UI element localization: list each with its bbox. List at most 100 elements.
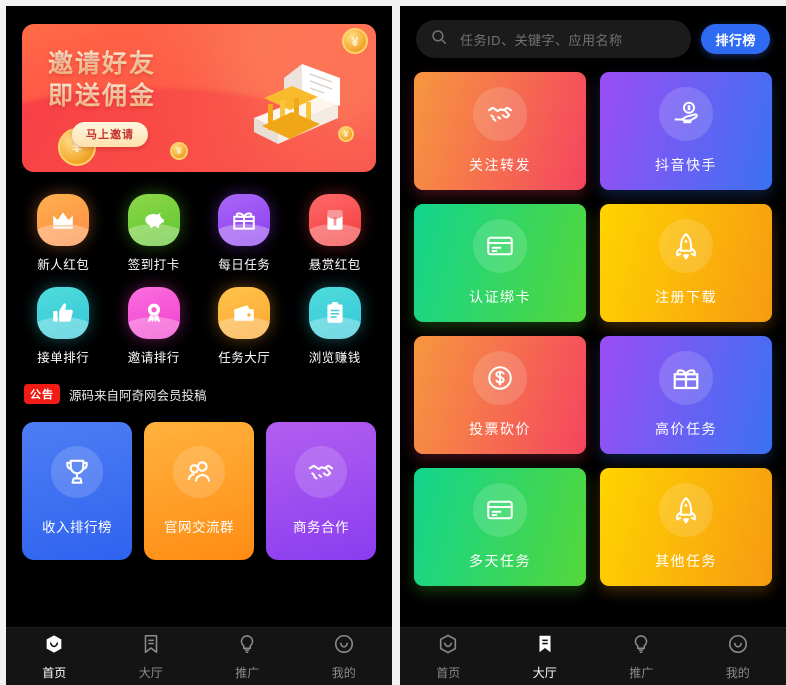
lightbulb-icon <box>236 633 258 660</box>
home-hexagon-icon <box>43 633 65 660</box>
quick-entry-label: 新人红包 <box>37 258 90 272</box>
quick-entry-label: 悬赏红包 <box>308 258 361 272</box>
lightbulb-icon <box>630 633 652 660</box>
search-placeholder: 任务ID、关键字、应用名称 <box>460 32 623 48</box>
tab-label: 我的 <box>331 665 356 680</box>
right-bottom-tabbar: 首页 大厅 推广 我的 <box>400 627 786 685</box>
crown-icon <box>37 194 90 246</box>
task-category-tile-4[interactable]: 注册下载 <box>600 204 772 322</box>
quick-entry-label: 任务大厅 <box>218 351 271 365</box>
tab-label: 首页 <box>436 665 461 680</box>
quick-entry-label: 接单排行 <box>37 351 90 365</box>
tab-label: 首页 <box>42 665 67 680</box>
clipboard-icon <box>308 287 361 339</box>
task-category-grid: 关注转发 抖音快手认证绑卡 注册下载投票砍价 高价任务多天任务 其他任务 <box>400 58 786 586</box>
banner-line-1: 邀请好友 <box>48 50 157 78</box>
thumbs-up-icon <box>37 287 90 339</box>
trophy-icon <box>51 446 103 498</box>
task-category-label: 其他任务 <box>655 553 717 569</box>
quick-entry-4[interactable]: 悬赏红包 <box>290 194 381 273</box>
tab-推广[interactable]: 推广 <box>199 633 296 681</box>
tab-大厅[interactable]: 大厅 <box>497 633 594 681</box>
quick-entry-7[interactable]: 任务大厅 <box>199 287 290 366</box>
task-category-tile-5[interactable]: 投票砍价 <box>414 336 586 454</box>
banner-line-2: 即送佣金 <box>48 82 157 110</box>
tab-label: 推广 <box>235 665 260 680</box>
rocket-icon <box>659 219 713 273</box>
tab-label: 大厅 <box>138 665 163 680</box>
left-phone-screen: ¥ ¥ ¥ ¥ 邀请好友 即送佣金 马上邀请 新人红包 签到打卡 每日任务 悬赏红包接… <box>6 6 392 685</box>
search-input[interactable]: 任务ID、关键字、应用名称 <box>416 20 692 58</box>
quick-entry-3[interactable]: 每日任务 <box>199 194 290 273</box>
smiley-circle-icon <box>333 633 355 660</box>
feature-card-2[interactable]: 官网交流群 <box>144 422 254 560</box>
handshake-icon <box>295 446 347 498</box>
feature-card-label: 官网交流群 <box>164 520 234 535</box>
card-icon <box>473 219 527 273</box>
announcement-text: 源码来自阿奇网会员投稿 <box>69 388 207 403</box>
invite-now-button[interactable]: 马上邀请 <box>72 122 148 147</box>
gift-icon <box>218 194 271 246</box>
task-category-label: 高价任务 <box>655 421 717 437</box>
task-category-tile-1[interactable]: 关注转发 <box>414 72 586 190</box>
feature-card-3[interactable]: 商务合作 <box>266 422 376 560</box>
bookmark-icon <box>534 633 556 660</box>
tab-label: 我的 <box>725 665 750 680</box>
bank-coins-illustration <box>218 48 348 166</box>
card-icon <box>473 483 527 537</box>
medal-icon <box>127 287 180 339</box>
leaderboard-button[interactable]: 排行榜 <box>701 24 770 54</box>
invite-banner[interactable]: ¥ ¥ ¥ ¥ 邀请好友 即送佣金 马上邀请 <box>22 24 376 172</box>
feature-card-label: 收入排行榜 <box>42 520 112 535</box>
quick-entry-2[interactable]: 签到打卡 <box>109 194 200 273</box>
feature-card-label: 商务合作 <box>293 520 349 535</box>
search-header: 任务ID、关键字、应用名称 排行榜 <box>400 6 786 58</box>
group-icon <box>173 446 225 498</box>
task-category-label: 注册下载 <box>655 289 717 305</box>
coin-decoration: ¥ <box>170 142 188 160</box>
quick-entry-6[interactable]: 邀请排行 <box>109 287 200 366</box>
quick-entry-label: 每日任务 <box>218 258 271 272</box>
task-category-label: 抖音快手 <box>655 157 717 173</box>
wallet-icon <box>218 287 271 339</box>
feature-card-row: 收入排行榜 官网交流群 商务合作 <box>6 406 392 560</box>
tab-我的[interactable]: 我的 <box>690 633 786 681</box>
red-packet-icon <box>308 194 361 246</box>
task-category-label: 关注转发 <box>469 157 531 173</box>
task-category-label: 认证绑卡 <box>469 289 531 305</box>
right-scroll-area[interactable]: 任务ID、关键字、应用名称 排行榜 关注转发 抖音快手认证绑卡 注册下载投票砍价 高价… <box>400 6 786 627</box>
feature-card-1[interactable]: 收入排行榜 <box>22 422 132 560</box>
task-category-tile-7[interactable]: 多天任务 <box>414 468 586 586</box>
quick-entry-1[interactable]: 新人红包 <box>18 194 109 273</box>
left-scroll-area[interactable]: ¥ ¥ ¥ ¥ 邀请好友 即送佣金 马上邀请 新人红包 签到打卡 每日任务 悬赏红包接… <box>6 6 392 627</box>
banner-text-block: 邀请好友 即送佣金 马上邀请 <box>48 48 156 147</box>
task-category-tile-2[interactable]: 抖音快手 <box>600 72 772 190</box>
task-category-tile-8[interactable]: 其他任务 <box>600 468 772 586</box>
right-phone-screen: 任务ID、关键字、应用名称 排行榜 关注转发 抖音快手认证绑卡 注册下载投票砍价 高价… <box>400 6 786 685</box>
tab-label: 推广 <box>629 665 654 680</box>
announcement-bar[interactable]: 公告 源码来自阿奇网会员投稿 <box>6 370 392 406</box>
task-category-tile-3[interactable]: 认证绑卡 <box>414 204 586 322</box>
quick-entry-5[interactable]: 接单排行 <box>18 287 109 366</box>
screenshot-stage: ¥ ¥ ¥ ¥ 邀请好友 即送佣金 马上邀请 新人红包 签到打卡 每日任务 悬赏红包接… <box>0 0 786 685</box>
tab-首页[interactable]: 首页 <box>6 633 103 681</box>
gift-icon <box>659 351 713 405</box>
hand-coin-icon <box>659 87 713 141</box>
tab-推广[interactable]: 推广 <box>593 633 690 681</box>
section-heading-cutoff: 推荐... <box>6 560 392 576</box>
task-category-tile-6[interactable]: 高价任务 <box>600 336 772 454</box>
tab-大厅[interactable]: 大厅 <box>103 633 200 681</box>
quick-entry-label: 签到打卡 <box>127 258 180 272</box>
handshake-icon <box>473 87 527 141</box>
task-category-label: 多天任务 <box>469 553 531 569</box>
home-hexagon-icon <box>437 633 459 660</box>
tab-我的[interactable]: 我的 <box>296 633 393 681</box>
task-category-label: 投票砍价 <box>469 421 531 437</box>
tab-首页[interactable]: 首页 <box>400 633 497 681</box>
quick-entry-label: 邀请排行 <box>127 351 180 365</box>
quick-entry-8[interactable]: 浏览赚钱 <box>290 287 381 366</box>
quick-entry-label: 浏览赚钱 <box>308 351 361 365</box>
announcement-badge: 公告 <box>24 384 60 404</box>
left-bottom-tabbar: 首页 大厅 推广 我的 <box>6 627 392 685</box>
smiley-circle-icon <box>727 633 749 660</box>
